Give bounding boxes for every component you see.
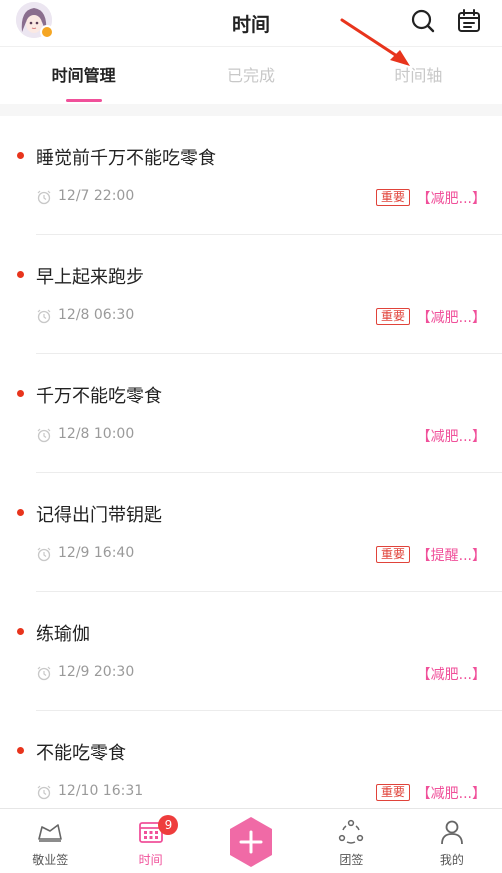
task-time: 12/9 20:30 (58, 664, 135, 680)
bullet-dot (17, 509, 24, 516)
bottom-nav: 敬业签 9 时间 团签 我的 (0, 808, 502, 873)
task-title: 记得出门带钥匙 (36, 505, 162, 526)
header: 时间 (0, 0, 502, 46)
list-item[interactable]: 早上起来跑步 12/8 06:30 重要 【减肥...】 (0, 235, 502, 354)
task-title: 早上起来跑步 (36, 267, 144, 288)
team-icon (339, 819, 364, 844)
nav-jingyeqian[interactable]: 敬业签 (0, 809, 100, 873)
alarm-clock-icon (37, 666, 51, 681)
category-label[interactable]: 【减肥...】 (417, 307, 486, 327)
tab-time-management[interactable]: 时间管理 (0, 47, 167, 104)
nav-team[interactable]: 团签 (301, 809, 401, 873)
task-title: 千万不能吃零食 (36, 386, 162, 407)
list-item[interactable]: 记得出门带钥匙 12/9 16:40 重要 【提醒...】 (0, 473, 502, 592)
list-item[interactable]: 千万不能吃零食 12/8 10:00 【减肥...】 (0, 354, 502, 473)
alarm-clock-icon (37, 785, 51, 800)
category-label[interactable]: 【减肥...】 (417, 783, 486, 803)
alarm-clock-icon (37, 190, 51, 205)
alarm-clock-icon (37, 428, 51, 443)
list-item[interactable]: 练瑜伽 12/9 20:30 【减肥...】 (0, 592, 502, 711)
important-tag: 重要 (376, 308, 411, 325)
section-divider (0, 104, 502, 116)
task-time: 12/8 06:30 (58, 307, 135, 323)
task-title: 不能吃零食 (36, 743, 126, 764)
calendar-icon[interactable] (456, 8, 482, 34)
person-icon (440, 820, 463, 845)
nav-add[interactable] (201, 809, 301, 873)
nav-mine[interactable]: 我的 (402, 809, 502, 873)
bullet-dot (17, 271, 24, 278)
category-label[interactable]: 【减肥...】 (417, 664, 486, 684)
app: 时间 时间管理 已完成 时间轴 睡觉前千万不能吃零食 12/7 22:00 重要… (0, 0, 502, 873)
task-title: 睡觉前千万不能吃零食 (36, 148, 216, 169)
nav-label: 敬业签 (32, 853, 69, 867)
nav-label: 我的 (439, 853, 464, 867)
task-time: 12/10 16:31 (58, 783, 144, 799)
task-title: 练瑜伽 (36, 624, 90, 645)
tab-bar: 时间管理 已完成 时间轴 (0, 46, 502, 104)
alarm-clock-icon (37, 547, 51, 562)
task-time: 12/8 10:00 (58, 426, 135, 442)
nav-time[interactable]: 9 时间 (100, 809, 200, 873)
search-icon[interactable] (410, 8, 436, 34)
bullet-dot (17, 390, 24, 397)
task-time: 12/7 22:00 (58, 188, 135, 204)
tab-timeline[interactable]: 时间轴 (335, 47, 502, 104)
notification-badge: 9 (158, 815, 179, 835)
nav-label: 团签 (339, 853, 364, 867)
category-label[interactable]: 【减肥...】 (417, 188, 486, 208)
important-tag: 重要 (376, 546, 411, 563)
task-time: 12/9 16:40 (58, 545, 135, 561)
bullet-dot (17, 628, 24, 635)
add-icon[interactable] (227, 815, 275, 869)
list-item[interactable]: 睡觉前千万不能吃零食 12/7 22:00 重要 【减肥...】 (0, 116, 502, 235)
bullet-dot (17, 747, 24, 754)
important-tag: 重要 (376, 189, 411, 206)
category-label[interactable]: 【提醒...】 (417, 545, 486, 565)
nav-label: 时间 (138, 853, 163, 867)
alarm-clock-icon (37, 309, 51, 324)
important-tag: 重要 (376, 784, 411, 801)
sign-icon (38, 824, 63, 842)
task-list: 睡觉前千万不能吃零食 12/7 22:00 重要 【减肥...】 早上起来跑步 … (0, 116, 502, 830)
bullet-dot (17, 152, 24, 159)
tab-completed[interactable]: 已完成 (167, 47, 334, 104)
category-label[interactable]: 【减肥...】 (417, 426, 486, 446)
